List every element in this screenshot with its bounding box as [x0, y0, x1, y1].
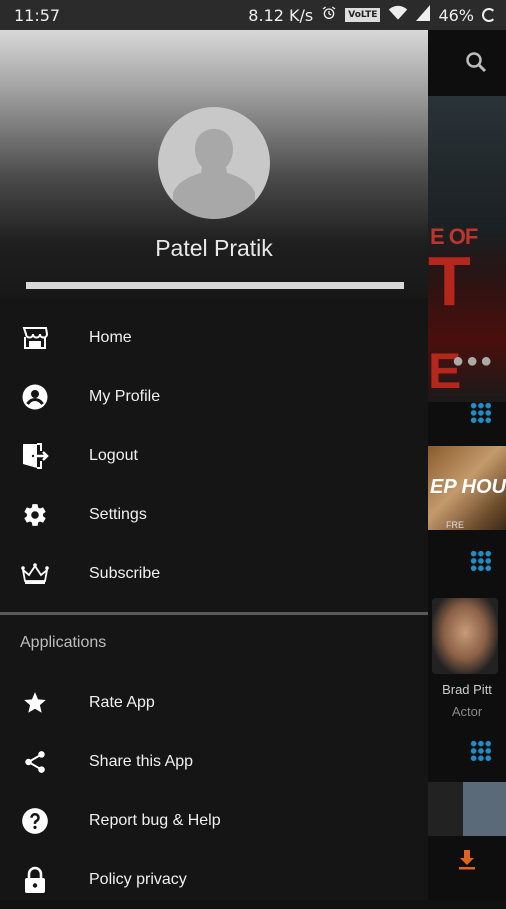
more-dots-icon[interactable]: ●●● [452, 350, 494, 373]
share-icon [20, 747, 50, 777]
menu-item-my-profile[interactable]: My Profile [0, 368, 428, 426]
grid-icon[interactable] [470, 740, 492, 762]
avatar[interactable] [158, 107, 270, 219]
menu-item-policy-privacy[interactable]: Policy privacy [0, 851, 428, 909]
actor-role: Actor [451, 704, 483, 719]
section-title: Applications [20, 634, 107, 651]
menu-item-label: My Profile [89, 388, 161, 405]
search-icon[interactable] [464, 50, 488, 79]
poster-title: EP HOUS [430, 476, 506, 498]
poster-subtitle: FRE [446, 520, 464, 530]
crown-icon [20, 559, 50, 589]
actor-photo[interactable] [432, 598, 498, 674]
person-silhouette-icon [173, 129, 255, 219]
menu-item-label: Report bug & Help [89, 812, 221, 829]
menu-item-share-app[interactable]: Share this App [0, 733, 428, 791]
status-time: 11:57 [14, 6, 61, 25]
navigation-drawer: Patel Pratik Home My Profile Logout Sett… [0, 0, 428, 900]
user-name: Patel Pratik [155, 235, 273, 261]
menu-item-label: Logout [89, 447, 138, 464]
menu-item-label: Rate App [89, 694, 155, 711]
account-circle-icon [20, 382, 50, 412]
menu-item-report-bug[interactable]: Report bug & Help [0, 792, 428, 850]
alarm-icon [321, 5, 337, 25]
poster-text: T [428, 242, 471, 320]
status-right: 8.12 K/s VoLTE 46% [248, 5, 496, 25]
menu-item-logout[interactable]: Logout [0, 427, 428, 485]
background-content: E OF T E ●●● EP HOUS FRE Brad Pitt Actor [428, 30, 506, 900]
menu-item-label: Subscribe [89, 565, 161, 582]
grid-icon[interactable] [470, 550, 492, 572]
store-icon [20, 323, 50, 353]
menu-item-label: Policy privacy [89, 871, 187, 888]
download-icon[interactable] [458, 850, 476, 875]
star-icon [20, 688, 50, 718]
battery-icon [482, 8, 496, 22]
menu-item-label: Settings [89, 506, 147, 523]
battery-percent: 46% [438, 5, 474, 25]
network-speed: 8.12 K/s [248, 5, 314, 25]
grid-icon[interactable] [470, 402, 492, 424]
menu-item-rate-app[interactable]: Rate App [0, 674, 428, 732]
music-poster[interactable]: EP HOUS FRE [428, 446, 506, 530]
help-circle-icon [20, 806, 50, 836]
menu-item-settings[interactable]: Settings [0, 486, 428, 544]
menu-item-label: Home [89, 329, 132, 346]
volte-badge: VoLTE [345, 8, 381, 22]
section-divider [0, 612, 428, 615]
gear-icon [20, 500, 50, 530]
thumbnail[interactable] [428, 782, 506, 836]
exit-door-icon [20, 441, 50, 471]
wifi-icon [388, 5, 408, 25]
lock-icon [20, 865, 50, 895]
menu-item-home[interactable]: Home [0, 309, 428, 367]
menu-item-subscribe[interactable]: Subscribe [0, 545, 428, 603]
drawer-header: Patel Pratik [0, 30, 428, 298]
menu-item-label: Share this App [89, 753, 194, 770]
status-bar: 11:57 8.12 K/s VoLTE 46% [0, 0, 506, 30]
signal-icon [416, 5, 431, 25]
actor-name: Brad Pitt [442, 682, 492, 697]
header-divider [26, 282, 404, 289]
